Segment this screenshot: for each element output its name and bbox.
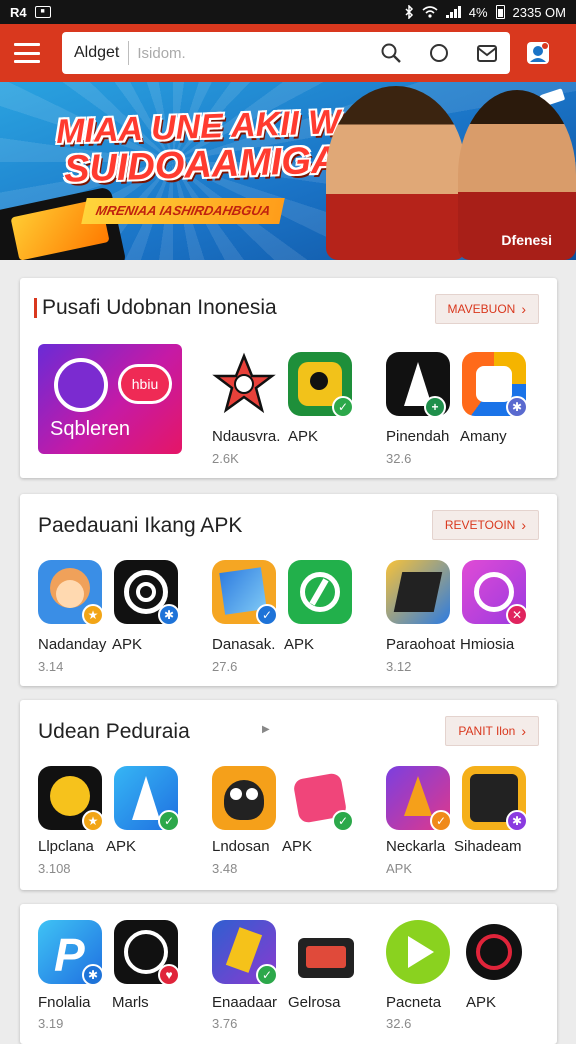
verified-badge-icon: ✓ <box>332 396 354 418</box>
bluetooth-icon <box>405 5 413 19</box>
tools-app-icon <box>386 560 450 624</box>
featured-app-tile[interactable]: hbiu Sqbleren <box>38 344 182 454</box>
search-icon[interactable] <box>380 42 402 64</box>
app-meta: 2.6K <box>212 451 239 466</box>
more-button-label: REVETOOIN <box>444 518 516 532</box>
app-meta: 3.14 <box>38 659 64 674</box>
app-meta: 3.48 <box>212 861 238 876</box>
status-bar: R4 ■ 4% 2335 OM <box>0 0 576 24</box>
app-name: Marls <box>112 994 149 1011</box>
profile-icon[interactable] <box>524 39 552 67</box>
more-button[interactable]: MAVEBUON › <box>434 294 539 324</box>
app-meta: 27.6 <box>212 659 238 674</box>
featured-logo-icon <box>54 358 108 412</box>
star-badge-icon: ★ <box>82 604 104 626</box>
menu-icon[interactable] <box>14 43 40 63</box>
app-meta: 3.12 <box>386 659 412 674</box>
more-button-label: PANIT Ilon <box>458 724 516 738</box>
section-title: Paedauani Ikang APK <box>38 514 243 537</box>
app-name: APK <box>282 838 313 855</box>
status-time: 2335 OM <box>512 4 566 20</box>
app-name: Hmiosia <box>460 636 515 653</box>
battery-icon <box>495 5 505 19</box>
featured-pill: hbiu <box>118 364 172 404</box>
banner-brand: Dfenesi <box>501 232 552 248</box>
battery-percent: 4% <box>468 4 488 20</box>
star-badge-icon: ✱ <box>506 810 528 832</box>
section-title: Udean Peduraia <box>38 720 190 743</box>
play-app-icon <box>386 920 450 984</box>
search-input[interactable] <box>137 44 358 62</box>
section-card: Pusafi Udobnan Inonesia MAVEBUON › hbiu S… <box>20 278 557 478</box>
chevron-right-icon: › <box>521 723 526 739</box>
section-card: P ✱ ♥ Fnolalia Marls 3.19 ✓ Enaadaar Gel… <box>20 904 557 1044</box>
app-name: Ndausvra. <box>212 428 281 445</box>
app-name: Sihadeam <box>454 838 522 855</box>
app-name: Nadanday <box>38 636 107 653</box>
app-name: Amany <box>460 428 507 445</box>
gauge-app-icon <box>462 920 526 984</box>
title-accent <box>34 298 37 318</box>
app-name: Llpclana <box>38 838 94 855</box>
star-app-icon <box>212 352 276 416</box>
heart-badge-icon: ♥ <box>158 964 180 986</box>
banner-person-left <box>326 86 466 260</box>
signal-icon <box>445 6 461 18</box>
mail-icon[interactable] <box>476 42 498 64</box>
status-left-text: R4 <box>10 4 27 20</box>
app-name: APK <box>112 636 143 653</box>
more-button[interactable]: REVETOOIN › <box>431 510 539 540</box>
star-badge-icon: ✱ <box>506 396 528 418</box>
phone-chat-app-icon <box>288 560 352 624</box>
section-title: Pusafi Udobnan Inonesia <box>42 296 277 319</box>
search-box[interactable]: Aldget <box>62 32 510 74</box>
app-meta: 3.108 <box>38 861 71 876</box>
wifi-icon <box>422 6 438 18</box>
app-name: Neckarla <box>386 838 446 855</box>
app-meta: 32.6 <box>386 451 412 466</box>
verified-badge-icon: ✓ <box>256 604 278 626</box>
section-card: Udean Peduraia ▶ PANIT Ilon › ★ ✓ Llpclan… <box>20 700 557 890</box>
app-name: Pacneta <box>386 994 442 1011</box>
owl-app-icon <box>212 766 276 830</box>
app-name: APK <box>106 838 137 855</box>
app-bar: Aldget <box>0 24 576 82</box>
circle-icon[interactable] <box>428 42 450 64</box>
close-badge-icon: ✕ <box>506 604 528 626</box>
more-button-label: MAVEBUON <box>447 302 516 316</box>
verified-badge-icon: ✓ <box>158 810 180 832</box>
star-badge-icon: ★ <box>82 810 104 832</box>
star-badge-icon: ✱ <box>158 604 180 626</box>
app-name: Paraohoat <box>386 636 456 653</box>
verified-badge-icon: ✓ <box>256 964 278 986</box>
toolbox-app-icon <box>294 924 358 988</box>
star-badge-icon: ✱ <box>82 964 104 986</box>
plus-badge-icon: + <box>424 396 446 418</box>
verified-badge-icon: ✓ <box>332 810 354 832</box>
app-name: Pinendah <box>386 428 450 445</box>
search-brand: Aldget <box>74 41 130 65</box>
app-name: Danasak. <box>212 636 276 653</box>
app-name: Gelrosa <box>288 994 341 1011</box>
promo-banner[interactable]: MIAA UNE AKII W SUIDOAAMIGA MRENIAA IASH… <box>0 82 576 260</box>
banner-subtitle: MRENIAA IASHIRDAHBGUA <box>81 198 286 224</box>
app-name: Lndosan <box>212 838 270 855</box>
app-name: APK <box>288 428 319 445</box>
app-name: APK <box>284 636 315 653</box>
app-name: Fnolalia <box>38 994 91 1011</box>
notification-icon: ■ <box>34 6 51 18</box>
featured-label: Sqbleren <box>50 418 131 440</box>
arrow-icon: ▶ <box>262 724 270 735</box>
chevron-right-icon: › <box>521 517 526 533</box>
chevron-right-icon: › <box>521 301 526 317</box>
app-name: Enaadaar <box>212 994 278 1011</box>
verified-badge-icon: ✓ <box>430 810 452 832</box>
app-meta: APK <box>386 861 413 876</box>
more-button[interactable]: PANIT Ilon › <box>445 716 539 746</box>
section-card: Paedauani Ikang APK REVETOOIN › ★ ✱ Nadan… <box>20 494 557 686</box>
app-name: APK <box>466 994 497 1011</box>
